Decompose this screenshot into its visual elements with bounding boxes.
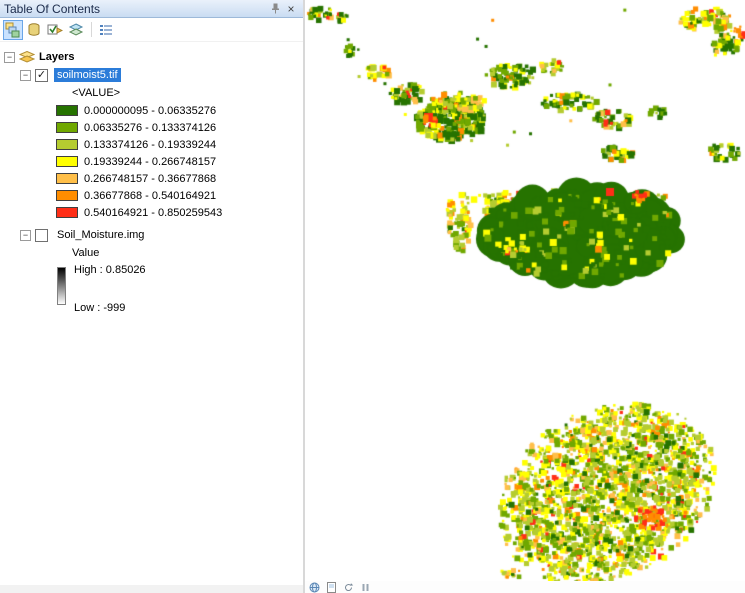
panel-title: Table Of Contents: [4, 2, 267, 16]
color-ramp: [57, 267, 66, 305]
toolbar-separator: [91, 22, 92, 37]
list-by-selection-button[interactable]: [66, 20, 86, 40]
layers-group-label[interactable]: Layers: [39, 51, 74, 63]
layer-name-soil-moisture-img[interactable]: Soil_Moisture.img: [54, 228, 147, 242]
list-by-visibility-button[interactable]: [45, 20, 65, 40]
legend-label: 0.06335276 - 0.133374126: [84, 122, 216, 134]
layout-view-icon[interactable]: [325, 581, 338, 593]
soilmoisture-img-checkbox[interactable]: [35, 229, 48, 242]
value-label-row: Value: [0, 244, 303, 262]
table-of-contents-window: Table Of Contents ×: [0, 0, 745, 593]
list-by-source-button[interactable]: [24, 20, 44, 40]
refresh-icon[interactable]: [342, 581, 355, 593]
legend-item: 0.266748157 - 0.36677868: [0, 170, 303, 187]
legend-label: 0.266748157 - 0.36677868: [84, 173, 216, 185]
pin-icon[interactable]: [267, 1, 283, 16]
map-view[interactable]: [305, 0, 745, 593]
legend-label: 0.000000095 - 0.06335276: [84, 105, 216, 117]
value-header: <VALUE>: [72, 87, 120, 99]
stretched-legend: High : 0.85026 Low : -999: [0, 264, 303, 314]
low-label: Low : -999: [74, 302, 146, 314]
toc-tree: − Layers − ✓ soilmoist5.tif <VALUE> 0.00…: [0, 42, 303, 314]
layers-expander[interactable]: −: [4, 52, 15, 63]
map-canvas[interactable]: [305, 0, 745, 581]
legend-swatch[interactable]: [56, 190, 78, 201]
legend-swatch[interactable]: [56, 207, 78, 218]
high-label: High : 0.85026: [74, 264, 146, 276]
soilmoisture-img-expander[interactable]: −: [20, 230, 31, 241]
legend-label: 0.36677868 - 0.540164921: [84, 190, 216, 202]
layer-name-soilmoist5[interactable]: soilmoist5.tif: [54, 68, 121, 82]
list-by-drawing-order-button[interactable]: [3, 20, 23, 40]
legend-label: 0.540164921 - 0.850259543: [84, 207, 222, 219]
value-header-row: <VALUE>: [0, 84, 303, 102]
legend-swatch[interactable]: [56, 139, 78, 150]
legend-label: 0.133374126 - 0.19339244: [84, 139, 216, 151]
legend-swatch[interactable]: [56, 173, 78, 184]
toc-titlebar[interactable]: Table Of Contents ×: [0, 0, 303, 18]
legend-label: 0.19339244 - 0.266748157: [84, 156, 216, 168]
legend-item: 0.06335276 - 0.133374126: [0, 119, 303, 136]
legend-swatch[interactable]: [56, 156, 78, 167]
data-view-icon[interactable]: [308, 581, 321, 593]
legend-item: 0.19339244 - 0.266748157: [0, 153, 303, 170]
legend-item: 0.540164921 - 0.850259543: [0, 204, 303, 221]
legend-swatch[interactable]: [56, 105, 78, 116]
soilmoist-expander[interactable]: −: [20, 70, 31, 81]
legend-item: 0.000000095 - 0.06335276: [0, 102, 303, 119]
legend-item: 0.36677868 - 0.540164921: [0, 187, 303, 204]
layer-row-soilmoist5[interactable]: − ✓ soilmoist5.tif: [0, 66, 303, 84]
map-bottombar: [305, 581, 745, 593]
panel-bottom-strip: [0, 585, 303, 593]
layers-group-row[interactable]: − Layers: [0, 48, 303, 66]
legend-list: 0.000000095 - 0.06335276 0.06335276 - 0.1…: [0, 102, 303, 221]
legend-swatch[interactable]: [56, 122, 78, 133]
toc-panel: Table Of Contents ×: [0, 0, 303, 593]
layer-row-soil-moisture-img[interactable]: − Soil_Moisture.img: [0, 226, 303, 244]
pause-icon[interactable]: [359, 581, 372, 593]
value-label: Value: [72, 247, 99, 259]
options-button[interactable]: [96, 20, 116, 40]
legend-item: 0.133374126 - 0.19339244: [0, 136, 303, 153]
soilmoist-checkbox[interactable]: ✓: [35, 69, 48, 82]
toc-toolbar: [0, 18, 303, 42]
close-icon[interactable]: ×: [283, 1, 299, 16]
layers-icon: [19, 51, 35, 63]
